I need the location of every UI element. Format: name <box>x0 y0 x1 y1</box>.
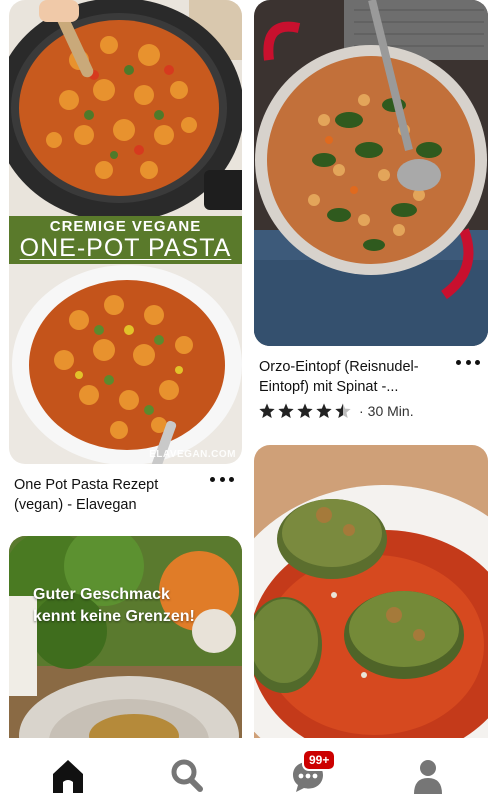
overlay-line-2: ONE-POT PASTA <box>19 233 232 262</box>
pin-title-pasta[interactable]: One Pot Pasta Rezept (vegan) - Elavegan <box>14 475 199 515</box>
bottom-nav <box>0 738 498 810</box>
profile-icon <box>414 760 442 794</box>
pin-overlay-band: CREMIGE VEGANE ONE-POT PASTA <box>9 216 242 264</box>
nav-home[interactable] <box>50 756 86 796</box>
promo-line-2: kennt keine Grenzen! <box>33 608 195 625</box>
pin-more-button-pasta[interactable] <box>210 469 234 489</box>
rating-separator: · <box>359 403 364 419</box>
promo-overlay-text: Guter Geschmack kennt keine Grenzen! <box>33 584 195 628</box>
star-fill-icon <box>278 403 294 418</box>
ellipsis-icon <box>210 476 215 482</box>
orzo-photo <box>254 0 488 346</box>
notification-badge: 99+ <box>302 749 337 771</box>
ellipsis-dot <box>219 476 225 482</box>
home-icon <box>53 760 83 793</box>
star-fill-icon <box>297 403 313 418</box>
pin-image-pasta[interactable]: CREMIGE VEGANE ONE-POT PASTA ELAVEGAN.CO… <box>9 0 242 464</box>
watermark: ELAVEGAN.COM <box>149 449 236 460</box>
star-fill-icon <box>259 403 275 418</box>
pin-image-patties[interactable] <box>254 445 488 756</box>
cook-time: 30 Min. <box>367 403 414 419</box>
rating-row: · 30 Min. <box>259 403 414 419</box>
promo-line-1: Guter Geschmack <box>33 586 170 603</box>
ellipsis-dot <box>465 359 471 365</box>
ellipsis-dot <box>475 359 480 365</box>
pin-more-button-orzo[interactable] <box>456 352 480 372</box>
pin-image-orzo[interactable] <box>254 0 488 346</box>
nav-profile[interactable] <box>410 756 446 796</box>
ellipsis-dot <box>229 476 234 482</box>
pin-image-promo[interactable]: Guter Geschmack kennt keine Grenzen! <box>9 536 242 756</box>
promo-photo <box>9 536 242 756</box>
overlay-line-1: CREMIGE VEGANE <box>49 217 202 235</box>
ellipsis-icon <box>456 359 461 365</box>
search-icon <box>171 759 203 792</box>
patties-photo <box>254 445 488 756</box>
rating-stars <box>259 403 351 418</box>
star-fill-icon <box>316 403 332 418</box>
nav-search[interactable] <box>169 756 205 796</box>
pin-title-orzo[interactable]: Orzo-Eintopf (Reisnudel-Eintopf) mit Spi… <box>259 357 444 397</box>
